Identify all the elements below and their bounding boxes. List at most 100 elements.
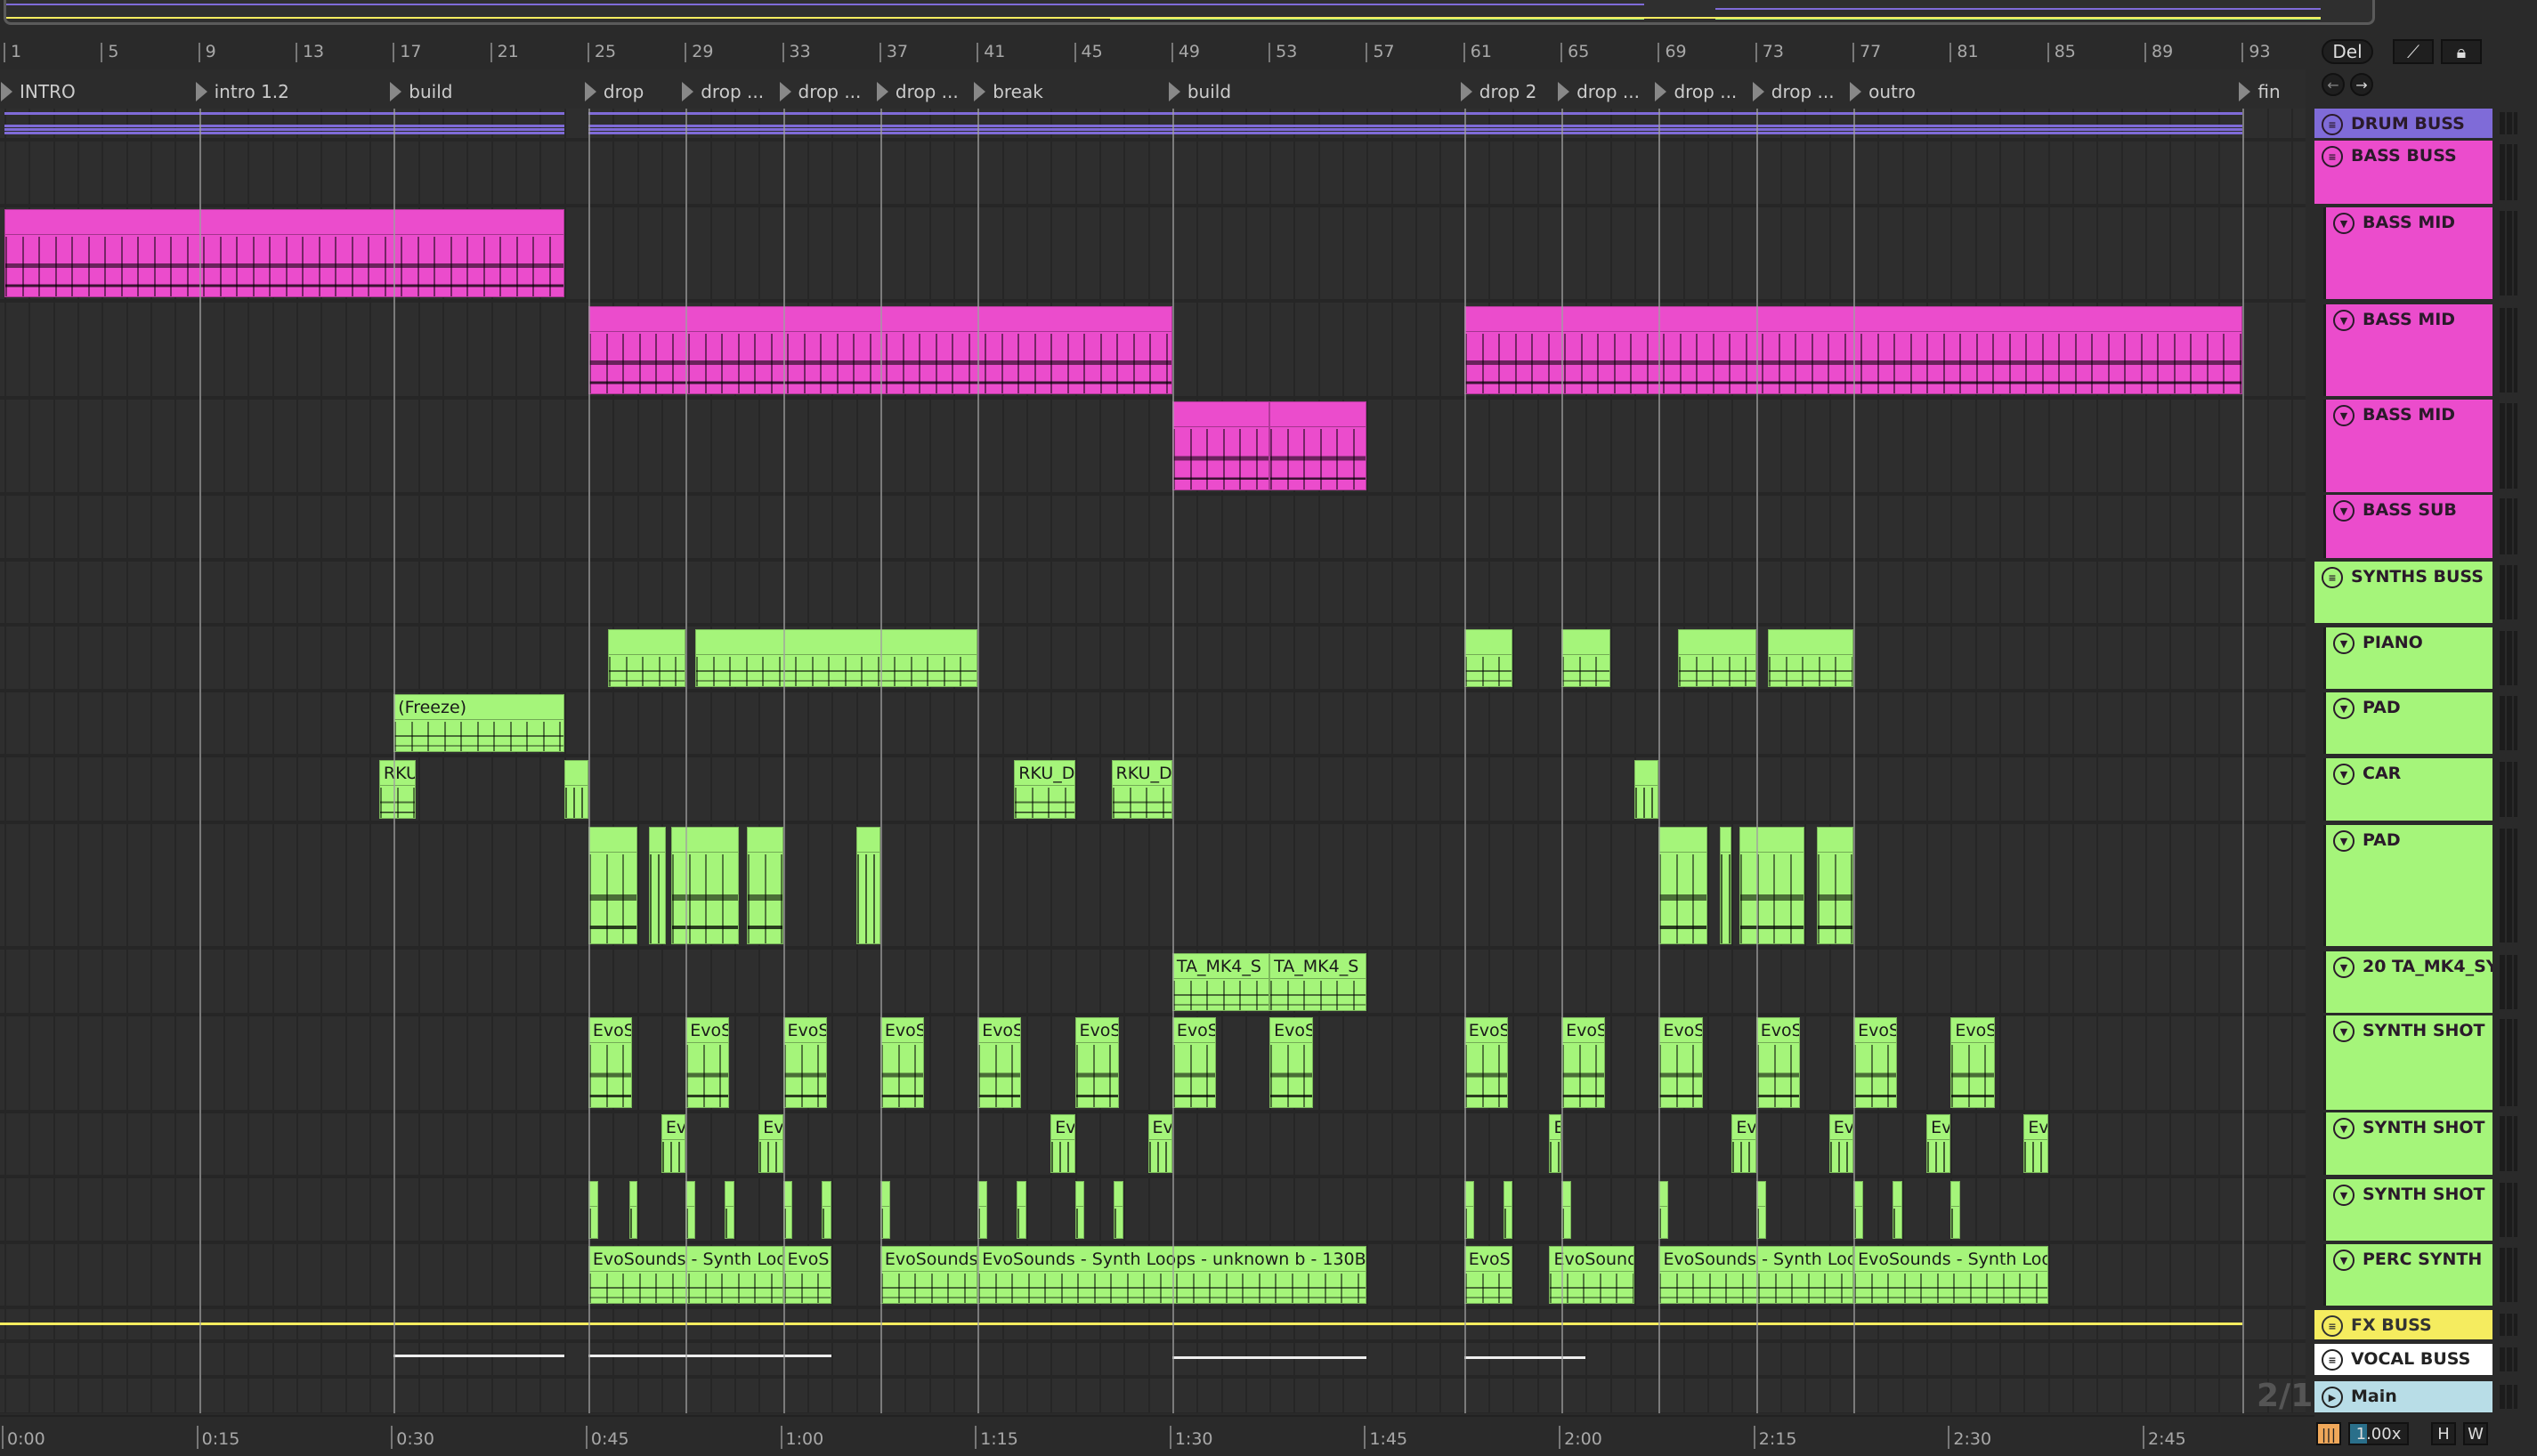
group-icon[interactable]: ≡ xyxy=(2322,1315,2343,1337)
track-header[interactable]: ▶ Main xyxy=(2314,1381,2492,1412)
clip[interactable]: EvoSounds - Synth Loo xyxy=(1853,1246,2048,1304)
track-lane[interactable]: EvoSounds - Synth Loo EvoS EvoSounds EvoSou… xyxy=(0,1244,2306,1309)
track-lane[interactable] xyxy=(0,109,2306,142)
clip[interactable] xyxy=(724,1181,734,1239)
locator-row[interactable]: INTRO intro 1.2 build drop drop ... drop ... d… xyxy=(0,69,2306,109)
clip[interactable]: EvoS xyxy=(879,1017,925,1108)
clip[interactable]: Ev xyxy=(1147,1114,1172,1173)
clip[interactable] xyxy=(855,827,880,944)
clip[interactable]: EvoS xyxy=(1561,1017,1606,1108)
track-header[interactable]: ≡ SYNTHS BUSS xyxy=(2314,562,2492,623)
track-lane[interactable] xyxy=(0,1381,2306,1413)
fold-icon[interactable]: ▼ xyxy=(2333,1250,2355,1271)
locator[interactable]: drop ... xyxy=(682,80,764,103)
group-icon[interactable]: ≡ xyxy=(2322,1349,2343,1371)
link-icon[interactable]: ⟋ xyxy=(2393,39,2434,64)
fold-icon[interactable]: ▼ xyxy=(2333,1118,2355,1139)
track-header[interactable]: ▼ BASS MID xyxy=(2323,304,2492,396)
track-lane[interactable] xyxy=(0,1179,2306,1244)
track-header[interactable]: ▼ BASS MID xyxy=(2323,207,2492,299)
clip[interactable] xyxy=(1817,827,1854,944)
track-header[interactable]: ▼ PIANO xyxy=(2323,627,2492,689)
clip[interactable]: (Freeze) xyxy=(393,694,564,752)
clip[interactable]: Ev xyxy=(2023,1114,2048,1173)
track-header[interactable]: ≡ VOCAL BUSS xyxy=(2314,1344,2492,1375)
clip[interactable]: EvoS xyxy=(1658,1017,1703,1108)
clip[interactable]: Ev xyxy=(1926,1114,1951,1173)
clip[interactable]: Ev xyxy=(1050,1114,1075,1173)
clip[interactable]: EvoS xyxy=(1853,1017,1898,1108)
track-lane[interactable] xyxy=(0,141,2306,207)
track-header[interactable]: ▼ BASS SUB xyxy=(2323,495,2492,558)
clip[interactable] xyxy=(1561,629,1610,687)
time-ruler[interactable]: 0:00 0:15 0:30 0:45 1:00 1:15 1:30 1:45 2:00 2:15… xyxy=(0,1415,2314,1456)
clip[interactable] xyxy=(4,209,564,297)
clip[interactable] xyxy=(1658,827,1708,944)
delete-button[interactable]: Del xyxy=(2322,39,2373,64)
locator[interactable]: drop ... xyxy=(1752,80,1835,103)
group-icon[interactable]: ≡ xyxy=(2322,567,2343,588)
track-header[interactable]: ▼ 20 TA_MK4_SY xyxy=(2323,951,2492,1013)
fold-icon[interactable]: ▼ xyxy=(2333,957,2355,978)
track-header[interactable]: ▼ CAR xyxy=(2323,758,2492,821)
clip[interactable]: Ev xyxy=(758,1114,783,1173)
clip[interactable] xyxy=(670,827,740,944)
play-icon[interactable]: ▶ xyxy=(2322,1387,2343,1408)
track-lane[interactable]: (Freeze) xyxy=(0,692,2306,757)
clip[interactable] xyxy=(1503,1181,1513,1239)
clip[interactable] xyxy=(588,827,637,944)
track-lane[interactable] xyxy=(0,207,2306,303)
lock-icon[interactable]: 🔒︎ xyxy=(2441,39,2482,64)
group-icon[interactable]: ≡ xyxy=(2322,146,2343,167)
track-header[interactable]: ▼ PAD xyxy=(2323,825,2492,946)
track-lane[interactable] xyxy=(0,627,2306,692)
track-lane[interactable] xyxy=(0,1344,2306,1379)
clip[interactable]: EvoS xyxy=(588,1017,633,1108)
fold-icon[interactable]: ▼ xyxy=(2333,500,2355,522)
clip[interactable]: EvoS xyxy=(1171,1017,1217,1108)
clip[interactable]: EvoS xyxy=(977,1017,1022,1108)
locator[interactable]: outro xyxy=(1850,80,1916,103)
clip[interactable] xyxy=(1463,629,1513,687)
locator[interactable]: drop 2 xyxy=(1460,80,1536,103)
clip[interactable] xyxy=(1892,1181,1902,1239)
clip[interactable]: EvoS xyxy=(782,1017,827,1108)
locator[interactable]: drop ... xyxy=(1558,80,1640,103)
w-button[interactable]: W xyxy=(2463,1422,2488,1445)
locator[interactable]: drop ... xyxy=(876,80,959,103)
locator[interactable]: drop xyxy=(584,80,644,103)
clip[interactable]: TA_MK4_S xyxy=(1269,953,1367,1011)
fold-icon[interactable]: ▼ xyxy=(2333,830,2355,852)
clip[interactable] xyxy=(1074,1181,1085,1239)
clip[interactable]: EvoS xyxy=(1463,1246,1513,1304)
time-signature[interactable]: 2/1 xyxy=(2257,1378,2313,1414)
track-lane[interactable]: RKU RKU_D RKU_D xyxy=(0,758,2306,824)
track-lane[interactable]: Ev Ev Ev Ev E Ev Ev Ev Ev xyxy=(0,1112,2306,1178)
clip[interactable]: EvoS xyxy=(1463,1017,1508,1108)
track-lane[interactable] xyxy=(0,825,2306,950)
clip[interactable]: E xyxy=(1549,1114,1562,1173)
track-lane[interactable]: TA_MK4_S TA_MK4_S xyxy=(0,951,2306,1016)
arrangement-view[interactable]: (Freeze) RKU RKU_D RKU_D TA_MK4_S TA_MK4_S Evo… xyxy=(0,109,2306,1413)
fold-icon[interactable]: ▼ xyxy=(2333,1185,2355,1206)
track-header[interactable]: ≡ DRUM BUSS xyxy=(2314,109,2492,138)
clip[interactable]: EvoS xyxy=(685,1017,730,1108)
clip[interactable] xyxy=(1739,827,1805,944)
track-header[interactable]: ≡ FX BUSS xyxy=(2314,1310,2492,1339)
track-header[interactable]: ▼ SYNTH SHOT xyxy=(2323,1015,2492,1110)
track-header[interactable]: ▼ BASS MID xyxy=(2323,400,2492,492)
clip[interactable]: EvoS xyxy=(1269,1017,1314,1108)
clip[interactable] xyxy=(822,1181,832,1239)
track-header[interactable]: ▼ SYNTH SHOT xyxy=(2323,1112,2492,1175)
clip[interactable]: Ev xyxy=(1731,1114,1756,1173)
clip[interactable]: RKU_D xyxy=(1014,760,1075,819)
clip[interactable] xyxy=(1171,401,1270,490)
track-header[interactable]: ▼ PAD xyxy=(2323,692,2492,754)
clip[interactable]: EvoS xyxy=(1074,1017,1119,1108)
clip[interactable] xyxy=(1950,1181,1961,1239)
track-lane[interactable] xyxy=(0,1310,2306,1343)
clip[interactable] xyxy=(746,827,783,944)
h-button[interactable]: H xyxy=(2431,1422,2456,1445)
track-header[interactable]: ▼ SYNTH SHOT xyxy=(2323,1179,2492,1241)
clip[interactable] xyxy=(1719,827,1732,944)
